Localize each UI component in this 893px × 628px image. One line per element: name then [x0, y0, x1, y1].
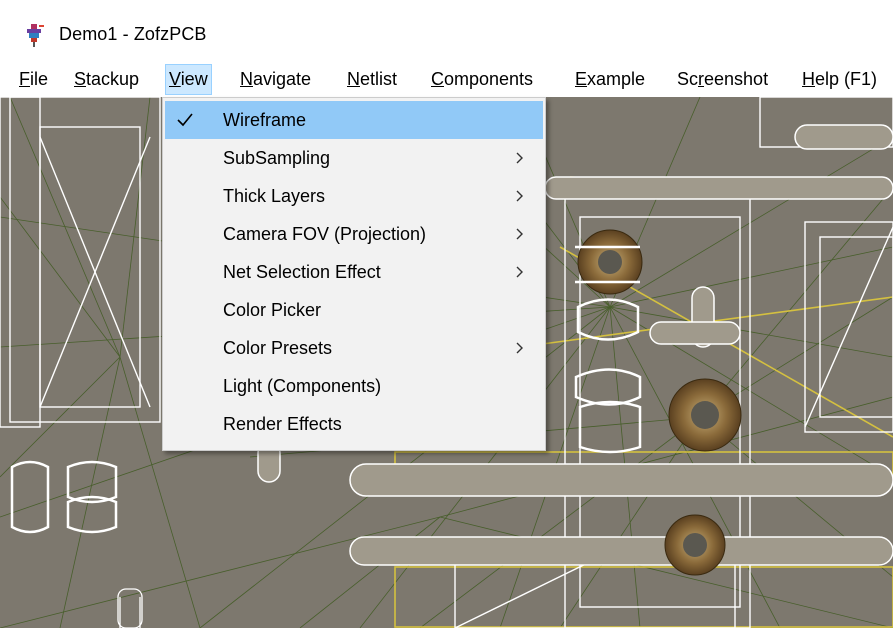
menu-item-subsampling[interactable]: SubSampling	[165, 139, 543, 177]
menu-netlist[interactable]: Netlist	[344, 64, 400, 95]
window-title: Demo1 - ZofzPCB	[59, 24, 207, 44]
menu-components[interactable]: Components	[428, 64, 536, 95]
menu-item-net-selection-effect[interactable]: Net Selection Effect	[165, 253, 543, 291]
title-bar: Demo1 - ZofzPCB	[0, 0, 893, 64]
menu-file[interactable]: File	[16, 64, 51, 95]
menu-item-wireframe[interactable]: Wireframe	[165, 101, 543, 139]
checkmark-icon	[177, 113, 193, 127]
menu-item-render-effects[interactable]: Render Effects	[165, 405, 543, 443]
menu-item-label: Color Picker	[223, 300, 322, 320]
menu-item-label: Net Selection Effect	[223, 262, 381, 282]
menu-view[interactable]: View	[165, 64, 212, 95]
chevron-right-icon	[516, 190, 523, 202]
menu-item-light-components[interactable]: Light (Components)	[165, 367, 543, 405]
menu-navigate[interactable]: Navigate	[237, 64, 314, 95]
view-menu-dropdown: Wireframe SubSampling Thick Layers Camer…	[162, 97, 546, 451]
menu-item-label: Camera FOV (Projection)	[223, 224, 427, 244]
zofzpcb-app-icon	[27, 24, 44, 47]
chevron-right-icon	[516, 266, 523, 278]
menu-item-thick-layers[interactable]: Thick Layers	[165, 177, 543, 215]
menu-item-label: Light (Components)	[223, 376, 382, 396]
chevron-right-icon	[516, 228, 523, 240]
menu-screenshot[interactable]: Screenshot	[674, 64, 771, 95]
menu-item-camera-fov[interactable]: Camera FOV (Projection)	[165, 215, 543, 253]
menu-item-label: Color Presets	[223, 338, 333, 358]
menu-stackup[interactable]: Stackup	[71, 64, 142, 95]
menu-item-color-picker[interactable]: Color Picker	[165, 291, 543, 329]
menu-item-label: Render Effects	[223, 414, 342, 434]
chevron-right-icon	[516, 342, 523, 354]
menu-item-label: SubSampling	[223, 148, 331, 168]
chevron-right-icon	[516, 152, 523, 164]
menu-item-label: Thick Layers	[223, 186, 326, 206]
menu-bar: File Stackup View Navigate Netlist Compo…	[0, 64, 893, 97]
menu-help[interactable]: Help (F1)	[799, 64, 880, 95]
menu-example[interactable]: Example	[572, 64, 648, 95]
menu-item-color-presets[interactable]: Color Presets	[165, 329, 543, 367]
menu-item-label: Wireframe	[223, 110, 307, 130]
